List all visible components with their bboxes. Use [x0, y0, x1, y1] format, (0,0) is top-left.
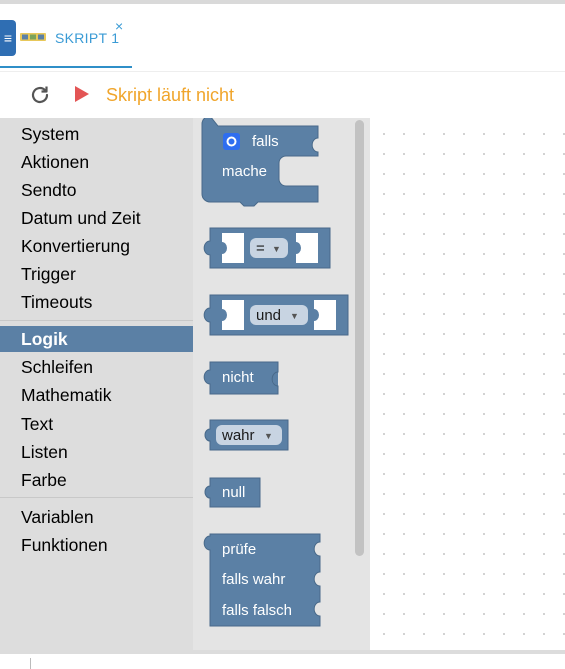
reload-icon[interactable] [28, 83, 52, 107]
compare-operator: = [256, 240, 265, 257]
tab-label: SKRIPT 1 [55, 30, 120, 46]
null-block[interactable]: null [204, 477, 261, 508]
boolean-value: wahr [221, 427, 255, 444]
script-status: Skript läuft nicht [106, 85, 235, 105]
gear-icon[interactable] [223, 133, 240, 150]
bottom-tab-edge [2, 658, 31, 669]
ternary-test-label: prüfe [222, 541, 256, 558]
close-icon[interactable]: × [115, 18, 123, 34]
not-block[interactable]: nicht [203, 361, 279, 395]
not-label: nicht [222, 369, 255, 386]
ternary-block[interactable]: prüfe falls wahr falls falsch [203, 533, 321, 627]
tab-bar: ≡ SKRIPT 1 × [0, 0, 565, 72]
tab-skript-1[interactable]: SKRIPT 1 × [0, 16, 132, 68]
script-toolbar: Skript läuft nicht [0, 72, 565, 118]
if-block[interactable]: falls mache [201, 118, 319, 207]
logic-operation-block[interactable]: und ▼ [203, 294, 349, 336]
blockly-script-icon [20, 33, 46, 41]
chevron-down-icon: ▼ [290, 311, 299, 321]
compare-block[interactable]: = ▼ [203, 227, 331, 269]
workspace-canvas[interactable] [370, 118, 565, 650]
if-label: falls [252, 133, 279, 150]
logic-operator: und [256, 307, 281, 324]
flyout-blocks: falls mache = ▼ und ▼ nicht wahr ▼ null … [201, 118, 349, 627]
ternary-false-label: falls falsch [222, 602, 292, 619]
chevron-down-icon: ▼ [272, 244, 281, 254]
ternary-true-label: falls wahr [222, 571, 285, 588]
do-label: mache [222, 163, 267, 180]
null-label: null [222, 484, 245, 501]
play-icon[interactable] [75, 86, 89, 102]
chevron-down-icon: ▼ [264, 431, 273, 441]
bottom-bar [0, 650, 565, 669]
blockly-workspace: System Aktionen Sendto Datum und Zeit Ko… [0, 118, 565, 650]
boolean-block[interactable]: wahr ▼ [204, 419, 289, 451]
